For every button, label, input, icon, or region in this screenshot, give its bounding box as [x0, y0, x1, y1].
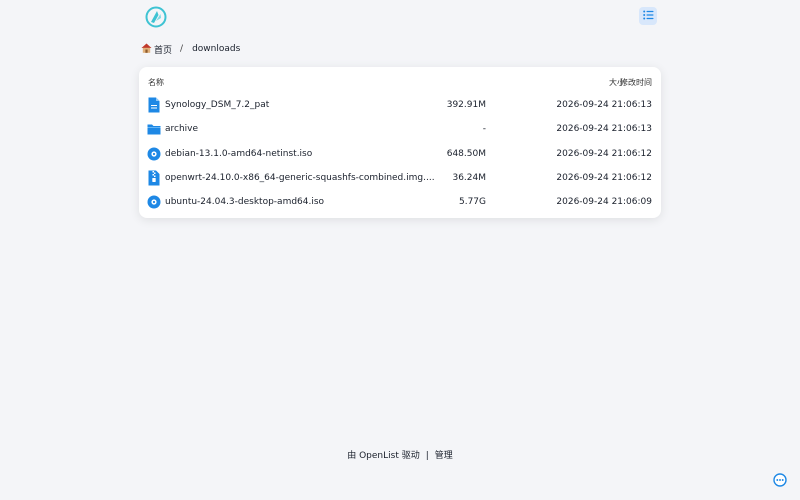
- column-header-name[interactable]: 名称: [148, 77, 164, 88]
- file-size: 648.50M: [446, 149, 486, 159]
- house-emoji-icon: [141, 43, 152, 56]
- more-dots-icon: [773, 473, 787, 490]
- file-modified: 2026-09-24 21:06:12: [556, 173, 652, 183]
- footer-separator: |: [425, 451, 429, 461]
- disc-icon: [147, 194, 161, 210]
- folder-icon: [147, 121, 161, 137]
- more-actions-button[interactable]: [773, 473, 787, 487]
- archive-file-icon: [147, 170, 161, 186]
- table-header: 名称 大小 修改时间: [139, 67, 661, 95]
- breadcrumb-current[interactable]: downloads: [192, 44, 240, 54]
- file-name[interactable]: ubuntu-24.04.3-desktop-amd64.iso: [165, 197, 324, 207]
- table-row[interactable]: Synology_DSM_7.2_pat 392.91M 2026-09-24 …: [143, 94, 657, 116]
- file-name[interactable]: Synology_DSM_7.2_pat: [165, 100, 269, 110]
- file-size: -: [482, 124, 486, 134]
- table-row[interactable]: ubuntu-24.04.3-desktop-amd64.iso 5.77G 2…: [143, 191, 657, 213]
- file-name[interactable]: debian-13.1.0-amd64-netinst.iso: [165, 149, 312, 159]
- manage-link[interactable]: 管理: [435, 451, 453, 461]
- table-row[interactable]: openwrt-24.10.0-x86_64-generic-squashfs-…: [143, 167, 657, 189]
- header: [139, 5, 661, 29]
- file-icon: [147, 97, 161, 113]
- breadcrumb: 首页 / downloads: [141, 43, 240, 56]
- openlist-logo-icon[interactable]: [145, 6, 167, 28]
- list-layout-icon: [642, 10, 654, 23]
- table-row[interactable]: debian-13.1.0-amd64-netinst.iso 648.50M …: [143, 143, 657, 165]
- file-modified: 2026-09-24 21:06:13: [556, 124, 652, 134]
- file-list: 名称 大小 修改时间 Synology_DSM_7.2_pat 392.91M …: [139, 67, 661, 218]
- table-row[interactable]: archive - 2026-09-24 21:06:13: [143, 118, 657, 140]
- powered-by-link[interactable]: 由 OpenList 驱动: [347, 451, 420, 461]
- file-name[interactable]: archive: [165, 124, 198, 134]
- disc-icon: [147, 146, 161, 162]
- breadcrumb-home[interactable]: 首页: [141, 43, 172, 56]
- file-size: 5.77G: [458, 197, 486, 207]
- file-size: 36.24M: [452, 173, 486, 183]
- file-size: 392.91M: [446, 100, 486, 110]
- file-modified: 2026-09-24 21:06:13: [556, 100, 652, 110]
- file-modified: 2026-09-24 21:06:12: [556, 149, 652, 159]
- breadcrumb-home-label: 首页: [154, 45, 173, 56]
- layout-toggle-button[interactable]: [639, 7, 657, 25]
- file-name[interactable]: openwrt-24.10.0-x86_64-generic-squashfs-…: [165, 173, 435, 183]
- column-header-modified[interactable]: 修改时间: [620, 77, 652, 88]
- file-modified: 2026-09-24 21:06:09: [556, 197, 652, 207]
- footer: 由 OpenList 驱动 | 管理: [0, 448, 800, 461]
- breadcrumb-separator: /: [180, 44, 184, 54]
